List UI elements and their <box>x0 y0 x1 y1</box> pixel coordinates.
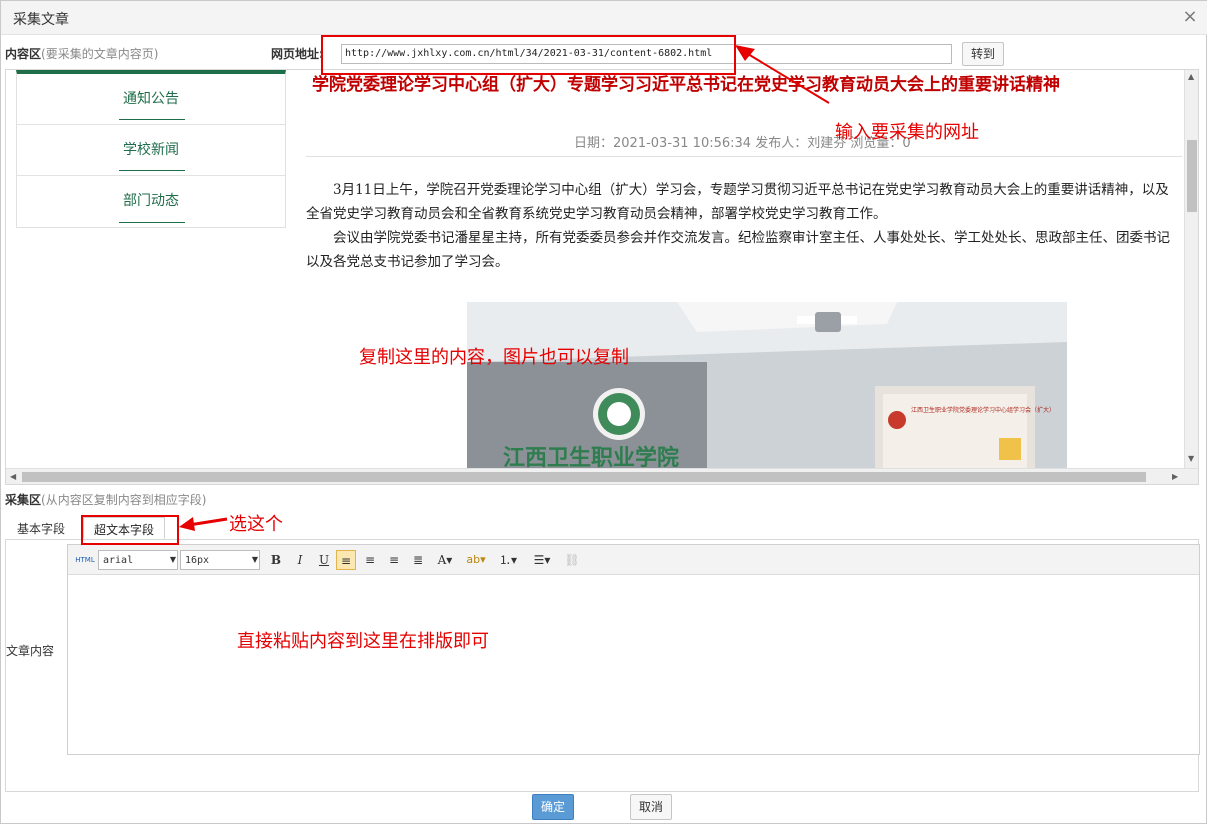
content-area-hint: (要采集的文章内容页) <box>41 47 159 61</box>
ok-button[interactable]: 确定 <box>532 794 574 820</box>
article-content-label: 文章内容 <box>6 644 55 658</box>
rich-text-form: 文章内容 HTML arial ▼ 16px ▼ B I U ≡ ≡ ≡ ≣ A… <box>5 540 1200 792</box>
nav-underline <box>119 170 185 171</box>
content-area-title: 内容区 <box>5 47 42 61</box>
dialog-title: 采集文章 <box>13 12 69 28</box>
collect-area-label: 采集区(从内容区复制内容到相应字段) <box>5 491 206 508</box>
annotation-url-arrow <box>735 45 830 104</box>
article-body: 3月11日上午，学院召开党委理论学习中心组（扩大）学习会，专题学习贯彻习近平总书… <box>306 178 1182 278</box>
html-source-button[interactable]: HTML <box>74 550 96 570</box>
collect-area-hint: (从内容区复制内容到相应字段) <box>41 493 207 507</box>
align-right-icon[interactable]: ≡ <box>360 550 380 570</box>
annotation-tab-arrow <box>179 517 228 531</box>
nav-item-notices[interactable]: 通知公告 <box>17 74 285 125</box>
go-button[interactable]: 转到 <box>962 42 1004 66</box>
scroll-up-icon[interactable]: ▲ <box>1188 72 1194 81</box>
horizontal-scrollbar[interactable]: ◀ ▶ <box>6 468 1198 484</box>
side-nav: 通知公告 学校新闻 部门动态 <box>16 70 286 228</box>
collect-article-dialog: 采集文章 × 内容区(要采集的文章内容页) 网页地址: http://www.j… <box>0 0 1207 824</box>
scroll-right-icon[interactable]: ▶ <box>1172 472 1178 481</box>
ordered-list-icon[interactable]: ⒈▾ <box>494 550 522 570</box>
divider <box>306 156 1182 157</box>
dialog-title-bar: 采集文章 × <box>1 1 1207 35</box>
nav-item-label: 部门动态 <box>123 193 179 209</box>
close-icon[interactable]: × <box>1180 7 1200 27</box>
align-justify-icon[interactable]: ≣ <box>408 550 428 570</box>
highlight-color-icon[interactable]: ab▾ <box>462 550 490 570</box>
editor-content[interactable] <box>68 575 1199 755</box>
vertical-scrollbar[interactable]: ▲ ▼ <box>1184 70 1198 470</box>
chevron-down-icon[interactable]: ▼ <box>168 550 178 570</box>
nav-underline <box>119 119 185 120</box>
photo-screen-text: 江西卫生职业学院党委理论学习中心组学习会（扩大） <box>911 406 1055 414</box>
tab-basic-fields[interactable]: 基本字段 <box>7 517 75 539</box>
meeting-room-image: 江西卫生职业学院 江西卫生职业学院党委理论学习中心组学习会（扩大） <box>467 302 1067 472</box>
annotation-tab-text: 选这个 <box>229 514 283 535</box>
font-size-select[interactable]: 16px <box>180 550 260 570</box>
annotation-copy-text: 复制这里的内容，图片也可以复制 <box>359 347 629 368</box>
horizontal-scroll-thumb[interactable] <box>22 472 1146 482</box>
underline-icon[interactable]: U <box>314 550 334 570</box>
nav-item-dept-news[interactable]: 部门动态 <box>17 176 285 227</box>
italic-icon[interactable]: I <box>290 550 310 570</box>
nav-item-label: 学校新闻 <box>123 142 179 158</box>
vertical-scroll-thumb[interactable] <box>1187 140 1197 212</box>
content-viewport[interactable]: 通知公告 学校新闻 部门动态 学院党委理论学习中心组（扩大）专题学习习近平总书记… <box>5 69 1199 485</box>
align-left-icon[interactable]: ≡ <box>336 550 356 570</box>
unordered-list-icon[interactable]: ☰▾ <box>528 550 556 570</box>
nav-item-label: 通知公告 <box>123 91 179 107</box>
editor-toolbar: HTML arial ▼ 16px ▼ B I U ≡ ≡ ≡ ≣ A▾ ab▾… <box>68 545 1199 575</box>
scroll-down-icon[interactable]: ▼ <box>1188 454 1194 463</box>
nav-underline <box>119 222 185 223</box>
article-paragraph: 会议由学院党委书记潘星星主持，所有党委委员参会并作交流发言。纪检监察审计室主任、… <box>306 230 1170 270</box>
cancel-button[interactable]: 取消 <box>630 794 672 820</box>
article-photo: 江西卫生职业学院 江西卫生职业学院党委理论学习中心组学习会（扩大） <box>467 302 1067 472</box>
article-paragraph: 3月11日上午，学院召开党委理论学习中心组（扩大）学习会，专题学习贯彻习近平总书… <box>306 182 1169 222</box>
font-color-icon[interactable]: A▾ <box>432 550 458 570</box>
collect-area-title: 采集区 <box>5 493 42 507</box>
content-area-label: 内容区(要采集的文章内容页) <box>5 45 158 62</box>
annotation-tab-box <box>81 515 179 545</box>
bold-icon[interactable]: B <box>266 550 286 570</box>
font-family-select[interactable]: arial <box>98 550 178 570</box>
link-icon[interactable]: ⛓ <box>562 550 582 570</box>
scroll-left-icon[interactable]: ◀ <box>10 472 16 481</box>
url-label: 网页地址: <box>271 47 324 61</box>
annotation-url-box <box>321 35 736 75</box>
annotation-url-text: 输入要采集的网址 <box>835 122 979 143</box>
nav-item-school-news[interactable]: 学校新闻 <box>17 125 285 176</box>
chevron-down-icon[interactable]: ▼ <box>250 550 260 570</box>
align-center-icon[interactable]: ≡ <box>384 550 404 570</box>
annotation-paste-text: 直接粘贴内容到这里在排版即可 <box>237 631 489 652</box>
